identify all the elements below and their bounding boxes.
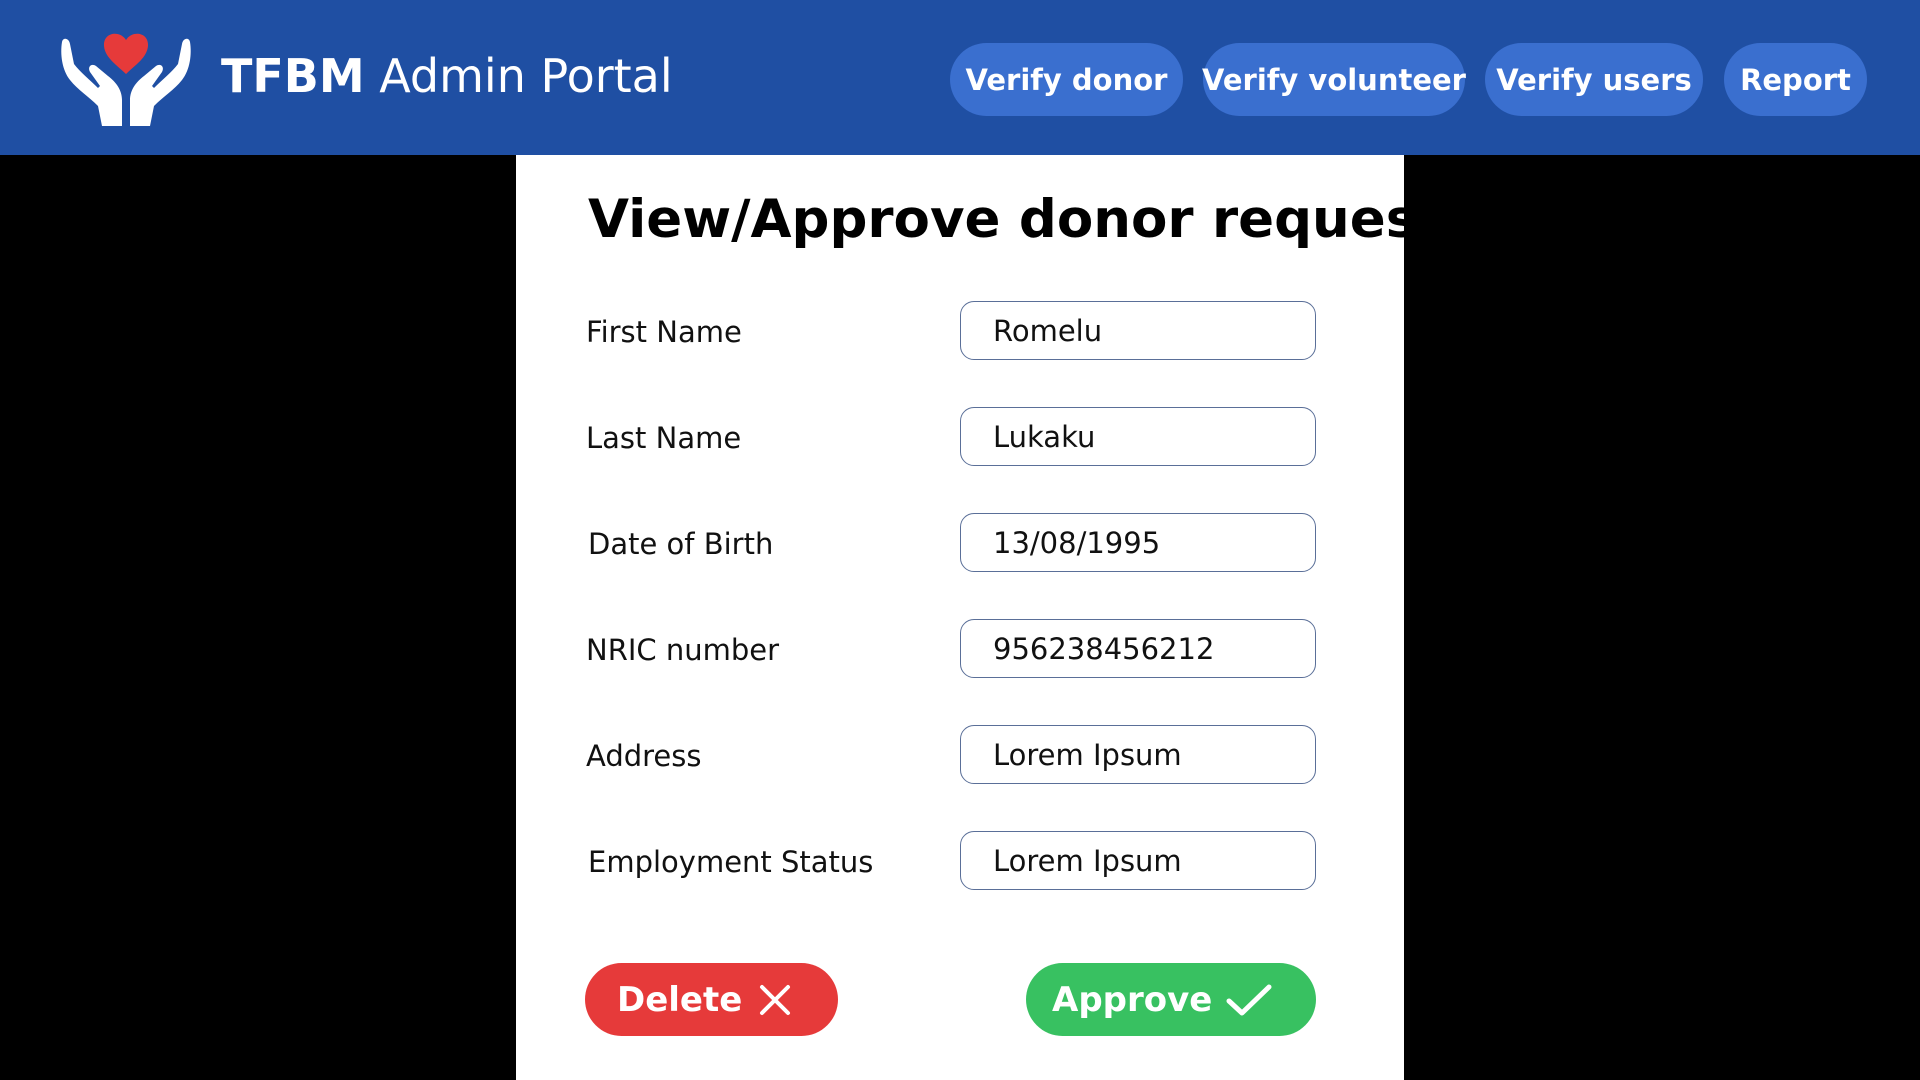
hands-heart-icon bbox=[61, 33, 191, 126]
app-title-rest: Admin Portal bbox=[379, 49, 673, 103]
date-of-birth-field[interactable] bbox=[960, 513, 1316, 572]
nav-verify-donor-button[interactable]: Verify donor bbox=[950, 43, 1183, 116]
first-name-field[interactable] bbox=[960, 301, 1316, 360]
page-title: View/Approve donor request bbox=[588, 189, 1443, 250]
last-name-field[interactable] bbox=[960, 407, 1316, 466]
approve-button[interactable]: Approve bbox=[1026, 963, 1316, 1036]
nav-verify-volunteer-button[interactable]: Verify volunteer bbox=[1202, 43, 1466, 116]
nav-verify-users-button[interactable]: Verify users bbox=[1485, 43, 1703, 116]
date-of-birth-label: Date of Birth bbox=[588, 527, 774, 561]
close-icon bbox=[760, 985, 790, 1015]
address-label: Address bbox=[586, 739, 702, 773]
nric-number-field[interactable] bbox=[960, 619, 1316, 678]
nric-number-label: NRIC number bbox=[586, 633, 780, 667]
address-field[interactable] bbox=[960, 725, 1316, 784]
delete-button[interactable]: Delete bbox=[585, 963, 838, 1036]
app-title-bold: TFBM bbox=[221, 49, 365, 103]
check-icon bbox=[1226, 984, 1272, 1016]
employment-status-field[interactable] bbox=[960, 831, 1316, 890]
donor-request-panel: View/Approve donor request First Name La… bbox=[516, 155, 1443, 1080]
app-title: TFBM Admin Portal bbox=[221, 46, 673, 106]
top-header: TFBM Admin Portal Verify donor Verify vo… bbox=[0, 0, 1920, 155]
nav-report-button[interactable]: Report bbox=[1724, 43, 1867, 116]
last-name-label: Last Name bbox=[586, 421, 742, 455]
first-name-label: First Name bbox=[586, 315, 742, 349]
approve-button-label: Approve bbox=[1052, 979, 1213, 1020]
employment-status-label: Employment Status bbox=[588, 845, 874, 879]
delete-button-label: Delete bbox=[617, 979, 743, 1020]
